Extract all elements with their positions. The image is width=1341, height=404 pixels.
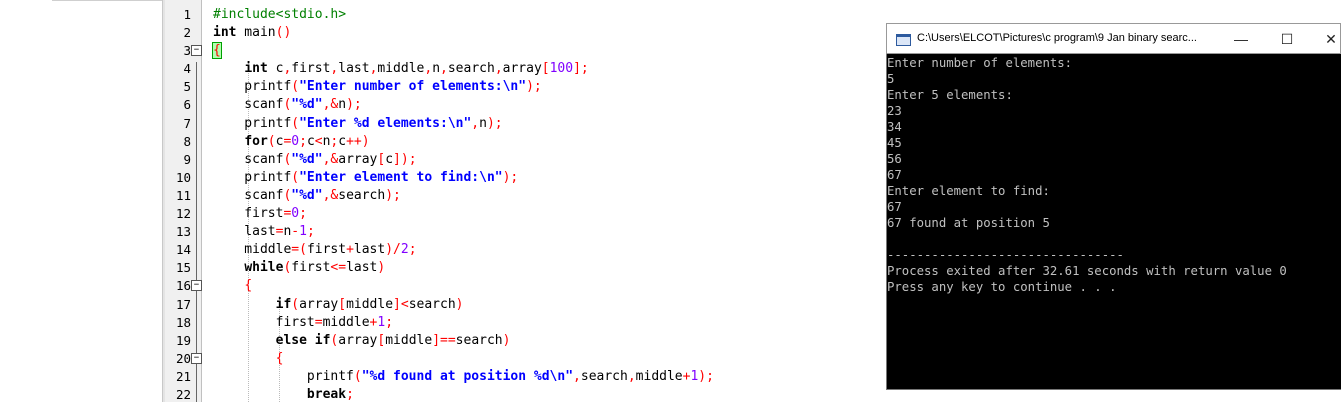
fold-toggle-icon[interactable]: − [191,352,202,364]
console-line: -------------------------------- [887,248,1124,262]
console-line: 67 [887,168,902,182]
console-line: 45 [887,136,902,150]
console-line: Process exited after 32.61 seconds with … [887,264,1287,278]
console-line: Enter element to find: [887,184,1050,198]
console-line: Enter number of elements: [887,56,1073,70]
minimize-icon[interactable]: — [1227,28,1255,50]
console-line: 67 found at position 5 [887,216,1050,230]
maximize-icon[interactable]: ☐ [1273,28,1301,50]
console-titlebar[interactable]: C:\Users\ELCOT\Pictures\c program\9 Jan … [886,23,1341,54]
console-line: 56 [887,152,902,166]
console-line: 34 [887,120,902,134]
console-title: C:\Users\ELCOT\Pictures\c program\9 Jan … [917,32,1197,44]
fold-line [196,62,197,402]
console-line: Enter 5 elements: [887,88,1013,102]
console-line: 67 [887,200,902,214]
project-pane [0,0,163,402]
close-icon[interactable]: ✕ [1317,28,1341,50]
console-line: 5 [887,72,895,86]
console-app-icon [896,34,911,46]
fold-toggle-icon[interactable]: − [191,280,202,292]
console-line: 23 [887,104,902,118]
pane-header-line [52,0,162,1]
console-output: Enter number of elements: 5 Enter 5 elem… [887,55,1287,295]
console-line: Press any key to continue . . . [887,280,1117,294]
fold-toggle-icon[interactable]: − [191,45,202,57]
